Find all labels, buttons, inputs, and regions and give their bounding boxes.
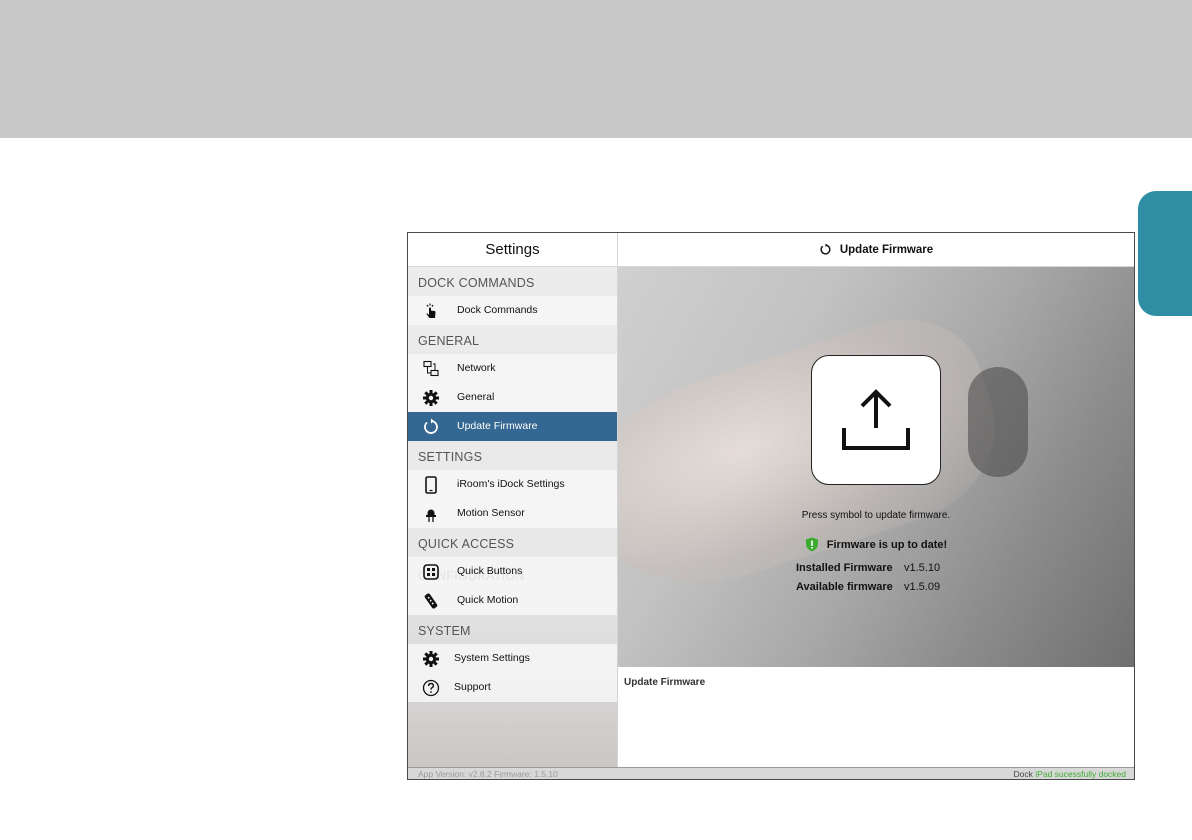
remote-icon [424, 593, 438, 609]
chapter-tab [1138, 191, 1192, 316]
refresh-icon [820, 243, 831, 255]
dock-status: Dock iPad sucessfully docked [1013, 768, 1126, 779]
dock-label: Dock [1013, 769, 1033, 779]
sidebar-item-label: General [457, 391, 495, 403]
installed-firmware-label: Installed Firmware [796, 562, 893, 574]
available-firmware-value: v1.5.09 [904, 581, 941, 593]
sidebar-item-idock-settings[interactable]: iRoom's iDock Settings [408, 470, 617, 499]
network-icon [423, 360, 439, 377]
sidebar-item-label: Network [457, 362, 496, 374]
shield-check-icon [805, 537, 818, 552]
update-hint: Press symbol to update firmware. [801, 510, 951, 521]
app-window: Settings DOCK COMMANDS Dock Commands GEN… [407, 232, 1135, 780]
sidebar-item-label: Quick Motion [457, 594, 519, 606]
firmware-status: Firmware is up to date! [618, 537, 1134, 552]
tablet-icon [425, 476, 437, 494]
sidebar-item-network[interactable]: Network [408, 354, 617, 383]
sidebar-item-dock-commands[interactable]: Dock Commands [408, 296, 617, 325]
update-firmware-button[interactable] [811, 355, 941, 485]
section-quick-access: QUICK ACCESS CONFIGURATION [418, 537, 524, 583]
status-bar: App Version: v2.8.2 Firmware: 1.5.10 Doc… [408, 767, 1134, 779]
sidebar-item-label: System Settings [454, 652, 530, 664]
installed-firmware-row: Installed Firmware v1.5.10 [796, 562, 940, 574]
refresh-icon [424, 418, 438, 434]
sidebar-item-motion-sensor[interactable]: Motion Sensor [408, 499, 617, 528]
grid-buttons-icon [423, 564, 439, 580]
sidebar-item-support[interactable]: Support [408, 673, 617, 702]
sidebar-item-label: Dock Commands [457, 304, 538, 316]
sidebar-item-label: Motion Sensor [457, 507, 525, 519]
sidebar-item-label: iRoom's iDock Settings [457, 478, 565, 490]
sidebar-item-label: Update Firmware [457, 420, 538, 432]
background-dock-image [968, 367, 1028, 477]
app-version: App Version: v2.8.2 Firmware: 1.5.10 [418, 769, 558, 779]
question-icon [422, 679, 440, 697]
dock-status-text: iPad sucessfully docked [1035, 769, 1126, 779]
gear-icon [423, 651, 439, 667]
sidebar-item-update-firmware[interactable]: Update Firmware [408, 412, 617, 441]
upload-icon [842, 389, 910, 450]
section-settings: SETTINGS [418, 450, 483, 464]
sidebar-item-label: Quick Buttons [457, 565, 523, 577]
installed-firmware-value: v1.5.10 [904, 562, 941, 574]
section-dock-commands: DOCK COMMANDS [418, 276, 535, 290]
top-banner [0, 0, 1192, 138]
available-firmware-row: Available firmware v1.5.09 [796, 581, 940, 593]
sidebar-item-general[interactable]: General [408, 383, 617, 412]
sidebar-item-label: Support [454, 681, 491, 693]
sidebar-item-system-settings[interactable]: System Settings [408, 644, 617, 673]
hero-background: Press symbol to update firmware. Firmwar… [618, 267, 1134, 667]
sensor-icon [426, 509, 436, 522]
main-header: Update Firmware [618, 233, 1134, 267]
sidebar: Settings DOCK COMMANDS Dock Commands GEN… [408, 233, 618, 767]
sidebar-title: Settings [408, 233, 617, 267]
sidebar-item-quick-buttons[interactable]: Quick Buttons [408, 557, 617, 586]
main-panel: Update Firmware Press symbol to update f… [618, 233, 1134, 767]
sidebar-item-quick-motion[interactable]: Quick Motion [408, 586, 617, 615]
info-panel: Update Firmware [618, 667, 1134, 767]
info-title: Update Firmware [624, 677, 706, 688]
section-general: GENERAL [418, 334, 480, 348]
gear-icon [423, 390, 439, 406]
page-title: Update Firmware [839, 243, 934, 256]
hand-tap-icon [426, 303, 436, 318]
available-firmware-label: Available firmware [796, 581, 893, 593]
status-text: Firmware is up to date! [826, 538, 948, 551]
section-system: SYSTEM [418, 624, 471, 638]
